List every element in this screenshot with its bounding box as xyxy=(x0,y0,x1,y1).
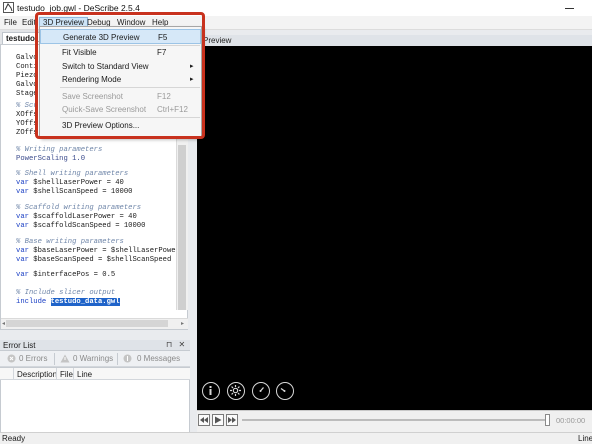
speedometer-icon[interactable] xyxy=(252,382,270,400)
editor-scroll-thumb[interactable] xyxy=(178,145,186,310)
playback-time: 00:00:00 xyxy=(556,416,586,425)
code-line: var $baseScanSpeed = $shellScanSpeed xyxy=(16,256,171,265)
code-line: var $baseLaserPower = $shellLaserPower xyxy=(16,247,180,256)
code-comment: % Base writing parameters xyxy=(16,238,124,246)
code-line: var $scaffoldScanSpeed = 10000 xyxy=(16,222,145,231)
code-keyword: var xyxy=(16,179,29,187)
column-file[interactable]: File xyxy=(60,370,73,379)
scroll-right-icon[interactable]: ▸ xyxy=(181,320,184,327)
playback-slider-thumb[interactable] xyxy=(545,414,550,426)
warning-icon xyxy=(60,354,70,363)
status-bar xyxy=(0,432,592,444)
info-icon[interactable] xyxy=(202,382,220,400)
error-icon xyxy=(7,354,16,363)
messages-filter[interactable]: 0 Messages xyxy=(137,354,180,363)
status-text: Ready xyxy=(2,434,26,443)
minimize-button[interactable] xyxy=(555,2,585,14)
editor-hscroll-thumb[interactable] xyxy=(6,320,168,327)
code-text: $baseLaserPower = $shellLaserPower xyxy=(28,247,180,255)
warnings-filter[interactable]: 0 Warnings xyxy=(73,354,113,363)
settings-icon[interactable] xyxy=(227,382,245,400)
preview-title: Preview xyxy=(203,36,232,45)
play-button[interactable] xyxy=(212,414,224,426)
code-line: include testudo_data.gwl xyxy=(16,298,120,307)
filter-divider xyxy=(117,353,118,365)
status-line: Line xyxy=(578,434,592,443)
column-divider xyxy=(13,368,14,380)
playback-track[interactable] xyxy=(242,419,550,421)
preview-header xyxy=(197,35,592,46)
describe-app-icon xyxy=(3,2,14,13)
menu-file[interactable]: File xyxy=(1,17,20,29)
code-comment: % Shell writing parameters xyxy=(16,170,129,178)
gauge-icon[interactable] xyxy=(276,382,294,400)
close-icon[interactable]: ✕ xyxy=(178,340,185,349)
preview-viewport[interactable] xyxy=(197,46,592,410)
code-text: $shellLaserPower = 40 xyxy=(28,179,124,187)
filter-divider xyxy=(54,353,55,365)
code-keyword: var xyxy=(16,247,29,255)
code-keyword: include xyxy=(16,298,47,306)
errors-filter[interactable]: 0 Errors xyxy=(19,354,47,363)
rewind-button[interactable] xyxy=(198,414,210,426)
code-comment: % Scaffold writing parameters xyxy=(16,204,142,212)
column-divider xyxy=(56,368,57,380)
code-line: PowerScaling 1.0 xyxy=(16,155,86,163)
pin-icon[interactable]: ⊓ xyxy=(166,340,172,349)
code-keyword: var xyxy=(16,213,29,221)
scroll-left-icon[interactable]: ◂ xyxy=(2,320,5,327)
code-line: var $shellLaserPower = 40 xyxy=(16,179,124,188)
code-keyword: var xyxy=(16,271,29,279)
message-icon xyxy=(123,354,132,363)
column-divider xyxy=(73,368,74,380)
fast-forward-button[interactable] xyxy=(226,414,238,426)
code-keyword: var xyxy=(16,256,29,264)
code-comment: % Writing parameters xyxy=(16,146,103,154)
column-description[interactable]: Description xyxy=(17,370,57,379)
highlight-annotation xyxy=(35,12,205,139)
error-list-title: Error List xyxy=(3,341,36,350)
code-line: var $scaffoldLaserPower = 40 xyxy=(16,213,137,222)
code-text: $scaffoldScanSpeed = 10000 xyxy=(28,222,146,230)
selected-filename[interactable]: testudo_data.gwl xyxy=(50,298,120,306)
code-text: $shellScanSpeed = 10000 xyxy=(28,188,133,196)
playback-bar xyxy=(197,410,592,432)
code-comment: % Include slicer output xyxy=(16,289,116,297)
code-text: $baseScanSpeed = $shellScanSpeed xyxy=(28,256,172,264)
code-keyword: var xyxy=(16,188,29,196)
code-line: var $interfacePos = 0.5 xyxy=(16,271,115,280)
code-line: var $shellScanSpeed = 10000 xyxy=(16,188,132,197)
column-line[interactable]: Line xyxy=(77,370,92,379)
code-text: $interfacePos = 0.5 xyxy=(28,271,116,279)
error-list-controls: ⊓ ✕ xyxy=(166,340,185,349)
code-keyword: var xyxy=(16,222,29,230)
code-text: $scaffoldLaserPower = 40 xyxy=(28,213,137,221)
